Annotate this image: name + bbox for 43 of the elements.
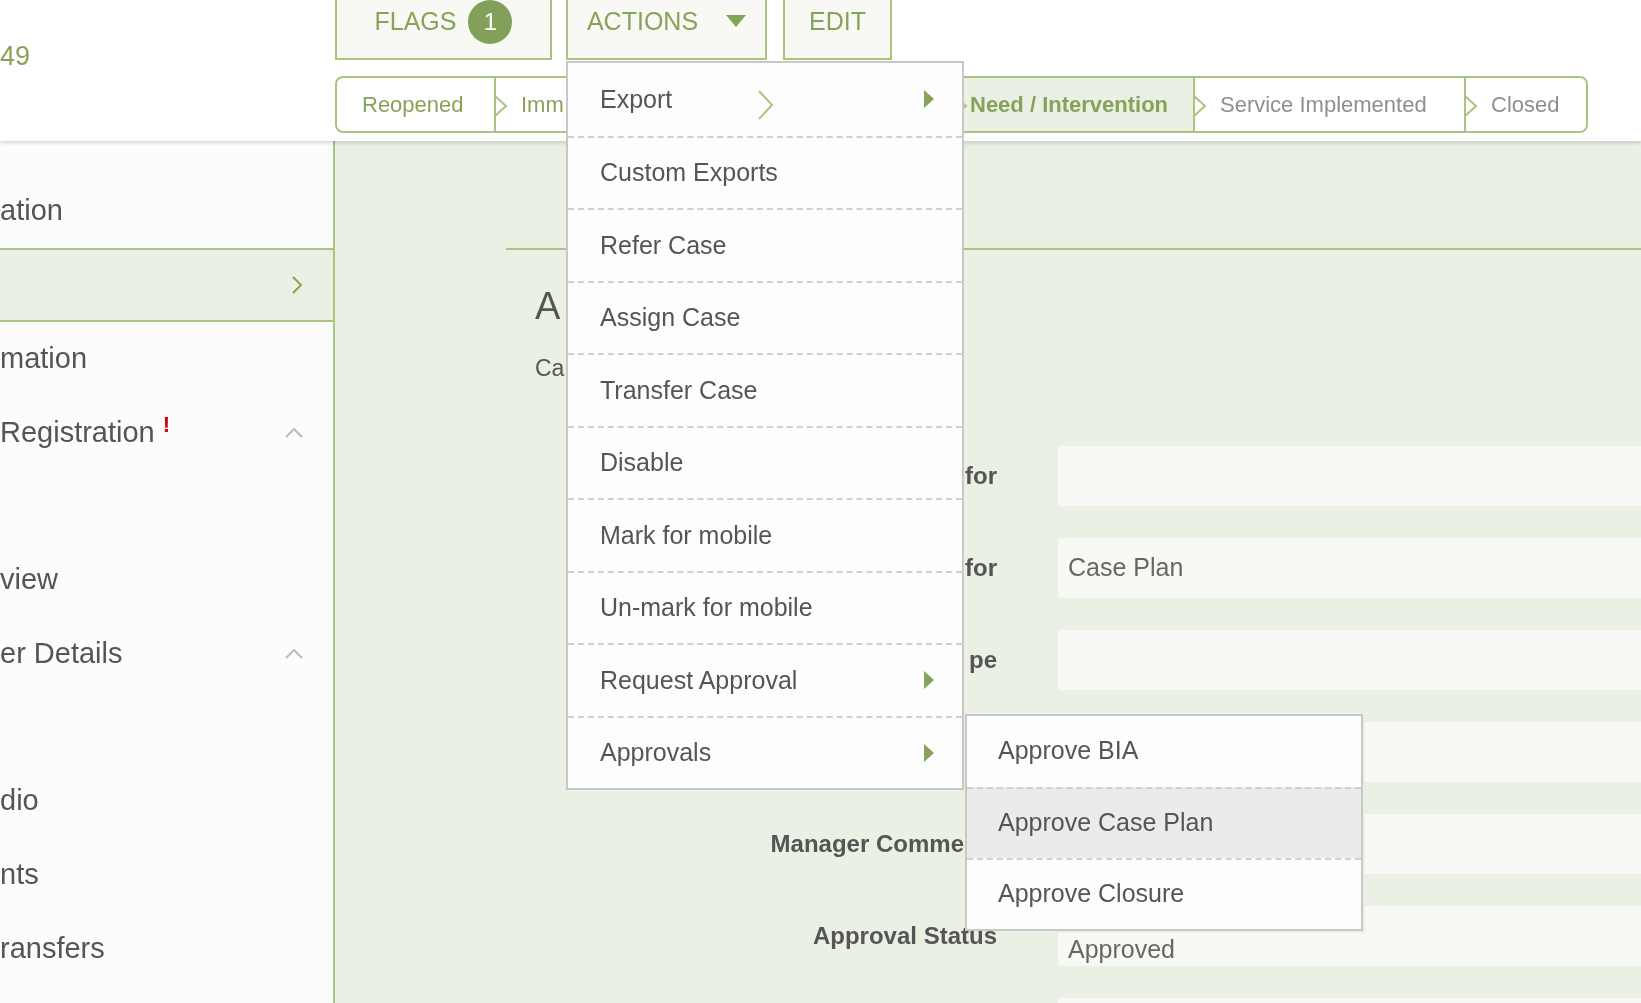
case-number: 49 [0,41,31,71]
submenu-arrow-icon [924,90,934,109]
required-mark: ! [162,411,172,439]
sidebar-item[interactable]: mation [0,322,333,396]
menu-item[interactable]: Custom Exports [568,135,962,208]
sidebar-item[interactable]: Registration ! [0,396,333,470]
count-badge: 1 [468,0,513,44]
sidebar-item[interactable]: ransfers [0,912,333,986]
section-subtitle: Ca [535,354,565,382]
sidebar-item[interactable]: view [0,543,333,617]
menu-item[interactable]: Approve Closure [967,857,1361,929]
status-step: Closed [1464,78,1586,131]
sidebar-item[interactable]: er Details [0,617,333,691]
form-field[interactable]: Case Plan [1058,538,1641,598]
menu-item[interactable]: Assign Case [568,280,962,353]
sidebar-item[interactable] [0,248,333,322]
menu-item[interactable]: Mark for mobile [568,498,962,571]
chevron-icon [1193,95,1207,117]
menu-item[interactable]: Approve BIA [967,715,1361,787]
field-label: Manager Comme [770,829,964,859]
section-title: A [535,284,561,328]
chevron-icon [758,90,774,120]
field-label: pe [969,645,997,675]
caret-up-icon[interactable] [285,428,303,438]
field-label: for [965,553,997,583]
menu-item[interactable]: Refer Case [568,208,962,281]
menu-item[interactable]: Approvals [568,715,962,788]
menu-item[interactable]: Request Approval [568,643,962,716]
sidebar-item[interactable]: ation [0,174,333,248]
chevron-icon [1464,95,1478,117]
sidebar-item[interactable]: nts [0,838,333,912]
menu-item[interactable]: Un-mark for mobile [568,570,962,643]
menu-item[interactable]: Approve Case Plan [967,786,1361,858]
form-field[interactable]: Approved [1058,933,1641,966]
submenu-arrow-icon [924,671,934,690]
field-label: for [965,461,997,491]
chevron-icon [292,276,303,294]
menu-item[interactable]: Disable [568,425,962,498]
menu-item[interactable]: Transfer Case [568,353,962,426]
submenu-arrow-icon [924,743,934,762]
caret-up-icon[interactable] [285,649,303,659]
sidebar-item[interactable]: dio [0,764,333,838]
chevron-icon [494,95,508,117]
